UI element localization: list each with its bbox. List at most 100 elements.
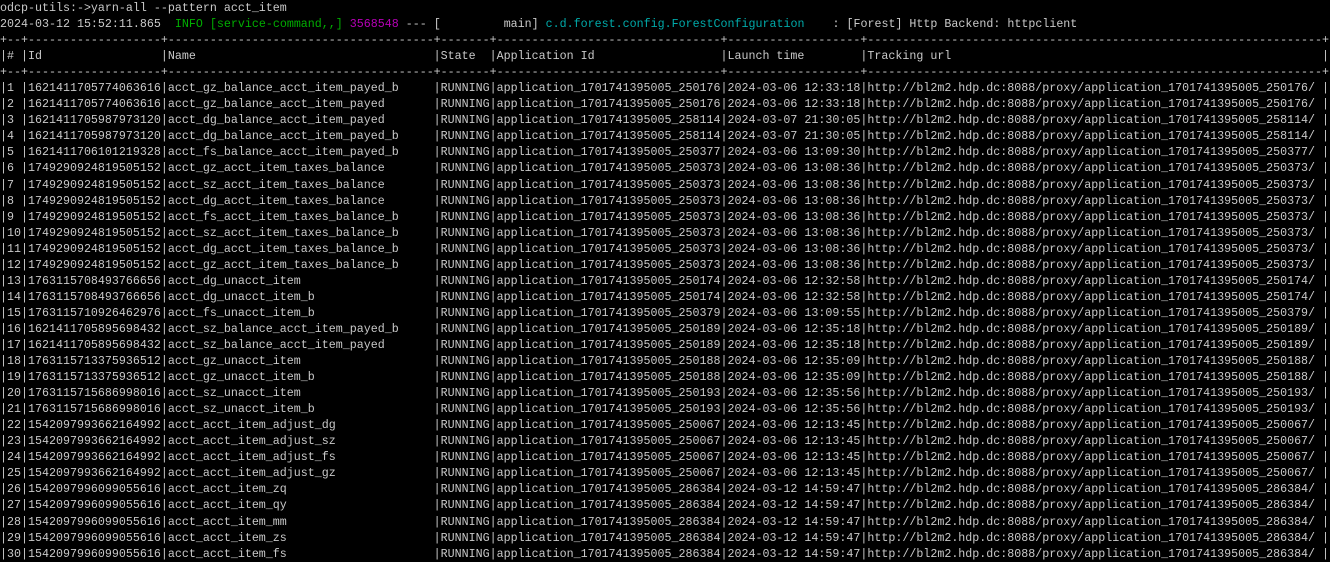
row-cells: |9 |1749290924819505152|acct_fs_acct_ite…: [0, 210, 867, 224]
tracking-url-link[interactable]: http://bl2m2.hdp.dc:8088/proxy/applicati…: [867, 274, 1315, 288]
tracking-url-link[interactable]: http://bl2m2.hdp.dc:8088/proxy/applicati…: [867, 210, 1315, 224]
tracking-url-link[interactable]: http://bl2m2.hdp.dc:8088/proxy/applicati…: [867, 161, 1315, 175]
tracking-url-link[interactable]: http://bl2m2.hdp.dc:8088/proxy/applicati…: [867, 466, 1315, 480]
log-logger: c.d.forest.config.ForestConfiguration: [546, 17, 805, 31]
row-cells: |4 |1621411705987973120|acct_dg_balance_…: [0, 129, 867, 143]
table-row: |4 |1621411705987973120|acct_dg_balance_…: [0, 128, 1330, 144]
tracking-url-link[interactable]: http://bl2m2.hdp.dc:8088/proxy/applicati…: [867, 515, 1315, 529]
row-cells: |5 |1621411706101219328|acct_fs_balance_…: [0, 145, 867, 159]
log-text: :: [804, 17, 846, 31]
row-cells: |3 |1621411705987973120|acct_dg_balance_…: [0, 113, 867, 127]
row-cells: |17|1621411705895698432|acct_sz_balance_…: [0, 338, 867, 352]
table-row: |21|1763115715686998016|acct_sz_unacct_i…: [0, 401, 1330, 417]
tracking-url-link[interactable]: http://bl2m2.hdp.dc:8088/proxy/applicati…: [867, 322, 1315, 336]
tracking-url-link[interactable]: http://bl2m2.hdp.dc:8088/proxy/applicati…: [867, 129, 1315, 143]
tracking-url-link[interactable]: http://bl2m2.hdp.dc:8088/proxy/applicati…: [867, 386, 1315, 400]
tracking-url-link[interactable]: http://bl2m2.hdp.dc:8088/proxy/applicati…: [867, 370, 1315, 384]
row-cells: |1 |1621411705774063616|acct_gz_balance_…: [0, 81, 867, 95]
table-row: |2 |1621411705774063616|acct_gz_balance_…: [0, 96, 1330, 112]
row-cells: |20|1763115715686998016|acct_sz_unacct_i…: [0, 386, 867, 400]
tracking-url-link[interactable]: http://bl2m2.hdp.dc:8088/proxy/applicati…: [867, 450, 1315, 464]
row-cells: |28|1542097996099055616|acct_acct_item_m…: [0, 515, 867, 529]
table-row: |22|1542097993662164992|acct_acct_item_a…: [0, 417, 1330, 433]
row-cells: |29|1542097996099055616|acct_acct_item_z…: [0, 531, 867, 545]
log-text: |: [1315, 145, 1329, 159]
tracking-url-link[interactable]: http://bl2m2.hdp.dc:8088/proxy/applicati…: [867, 145, 1315, 159]
log-text: |: [1315, 322, 1329, 336]
table-row: |23|1542097993662164992|acct_acct_item_a…: [0, 433, 1330, 449]
log-separator: --- [: [399, 17, 441, 31]
row-cells: |8 |1749290924819505152|acct_dg_acct_ite…: [0, 194, 867, 208]
log-text: |: [1315, 178, 1329, 192]
log-line: 2024-03-12 15:52:11.865 INFO [service-co…: [0, 16, 1330, 32]
log-text: |: [1315, 498, 1329, 512]
table-row: |30|1542097996099055616|acct_acct_item_f…: [0, 546, 1330, 562]
log-text: [161, 17, 175, 31]
tracking-url-link[interactable]: http://bl2m2.hdp.dc:8088/proxy/applicati…: [867, 113, 1315, 127]
tracking-url-link[interactable]: http://bl2m2.hdp.dc:8088/proxy/applicati…: [867, 194, 1315, 208]
log-pid: 3568548: [350, 17, 399, 31]
tracking-url-link[interactable]: http://bl2m2.hdp.dc:8088/proxy/applicati…: [867, 178, 1315, 192]
log-text: |: [1315, 547, 1329, 561]
table-row: |13|1763115708493766656|acct_dg_unacct_i…: [0, 273, 1330, 289]
table-row: |20|1763115715686998016|acct_sz_unacct_i…: [0, 385, 1330, 401]
table-row: |17|1621411705895698432|acct_sz_balance_…: [0, 337, 1330, 353]
log-text: |: [1315, 434, 1329, 448]
table-row: |16|1621411705895698432|acct_sz_balance_…: [0, 321, 1330, 337]
row-cells: |6 |1749290924819505152|acct_gz_acct_ite…: [0, 161, 867, 175]
row-cells: |30|1542097996099055616|acct_acct_item_f…: [0, 547, 867, 561]
tracking-url-link[interactable]: http://bl2m2.hdp.dc:8088/proxy/applicati…: [867, 547, 1315, 561]
log-text: |: [1315, 226, 1329, 240]
table-border-mid: +--+-------------------+----------------…: [0, 64, 1330, 80]
log-text: |: [1315, 402, 1329, 416]
table-row: |5 |1621411706101219328|acct_fs_balance_…: [0, 144, 1330, 160]
tracking-url-link[interactable]: http://bl2m2.hdp.dc:8088/proxy/applicati…: [867, 242, 1315, 256]
table-row: |9 |1749290924819505152|acct_fs_acct_ite…: [0, 209, 1330, 225]
tracking-url-link[interactable]: http://bl2m2.hdp.dc:8088/proxy/applicati…: [867, 402, 1315, 416]
table-row: |8 |1749290924819505152|acct_dg_acct_ite…: [0, 193, 1330, 209]
log-level: INFO: [175, 17, 203, 31]
row-cells: |12|1749290924819505152|acct_gz_acct_ite…: [0, 258, 867, 272]
log-text: [203, 17, 210, 31]
tracking-url-link[interactable]: http://bl2m2.hdp.dc:8088/proxy/applicati…: [867, 482, 1315, 496]
row-cells: |15|1763115710926462976|acct_fs_unacct_i…: [0, 306, 867, 320]
terminal-window[interactable]: odcp-utils:->yarn-all --pattern acct_ite…: [0, 0, 1330, 562]
log-text: |: [1315, 161, 1329, 175]
table-row: |19|1763115713375936512|acct_gz_unacct_i…: [0, 369, 1330, 385]
row-cells: |26|1542097996099055616|acct_acct_item_z…: [0, 482, 867, 496]
tracking-url-link[interactable]: http://bl2m2.hdp.dc:8088/proxy/applicati…: [867, 258, 1315, 272]
tracking-url-link[interactable]: http://bl2m2.hdp.dc:8088/proxy/applicati…: [867, 418, 1315, 432]
row-cells: |24|1542097993662164992|acct_acct_item_a…: [0, 450, 867, 464]
log-text: ]: [532, 17, 546, 31]
row-cells: |21|1763115715686998016|acct_sz_unacct_i…: [0, 402, 867, 416]
tracking-url-link[interactable]: http://bl2m2.hdp.dc:8088/proxy/applicati…: [867, 97, 1315, 111]
table-row: |11|1749290924819505152|acct_dg_acct_ite…: [0, 241, 1330, 257]
table-row: |7 |1749290924819505152|acct_sz_acct_ite…: [0, 177, 1330, 193]
tracking-url-link[interactable]: http://bl2m2.hdp.dc:8088/proxy/applicati…: [867, 531, 1315, 545]
tracking-url-link[interactable]: http://bl2m2.hdp.dc:8088/proxy/applicati…: [867, 306, 1315, 320]
tracking-url-link[interactable]: http://bl2m2.hdp.dc:8088/proxy/applicati…: [867, 290, 1315, 304]
log-text: |: [1315, 450, 1329, 464]
log-text: |: [1315, 354, 1329, 368]
tracking-url-link[interactable]: http://bl2m2.hdp.dc:8088/proxy/applicati…: [867, 354, 1315, 368]
tracking-url-link[interactable]: http://bl2m2.hdp.dc:8088/proxy/applicati…: [867, 498, 1315, 512]
tracking-url-link[interactable]: http://bl2m2.hdp.dc:8088/proxy/applicati…: [867, 81, 1315, 95]
log-text: |: [1315, 113, 1329, 127]
log-text: |: [1315, 306, 1329, 320]
row-cells: |22|1542097993662164992|acct_acct_item_a…: [0, 418, 867, 432]
log-text: |: [1315, 258, 1329, 272]
tracking-url-link[interactable]: http://bl2m2.hdp.dc:8088/proxy/applicati…: [867, 434, 1315, 448]
row-cells: |11|1749290924819505152|acct_dg_acct_ite…: [0, 242, 867, 256]
row-cells: |25|1542097993662164992|acct_acct_item_a…: [0, 466, 867, 480]
table-row: |14|1763115708493766656|acct_dg_unacct_i…: [0, 289, 1330, 305]
table-row: |29|1542097996099055616|acct_acct_item_z…: [0, 530, 1330, 546]
tracking-url-link[interactable]: http://bl2m2.hdp.dc:8088/proxy/applicati…: [867, 226, 1315, 240]
yarn-applications-table: +--+-------------------+----------------…: [0, 32, 1330, 562]
log-text: |: [1315, 129, 1329, 143]
log-timestamp: 2024-03-12 15:52:11.865: [0, 17, 161, 31]
log-message: [Forest] Http Backend: httpclient: [846, 17, 1077, 31]
table-row: |10|1749290924819505152|acct_sz_acct_ite…: [0, 225, 1330, 241]
row-cells: |23|1542097993662164992|acct_acct_item_a…: [0, 434, 867, 448]
table-row: |15|1763115710926462976|acct_fs_unacct_i…: [0, 305, 1330, 321]
tracking-url-link[interactable]: http://bl2m2.hdp.dc:8088/proxy/applicati…: [867, 338, 1315, 352]
